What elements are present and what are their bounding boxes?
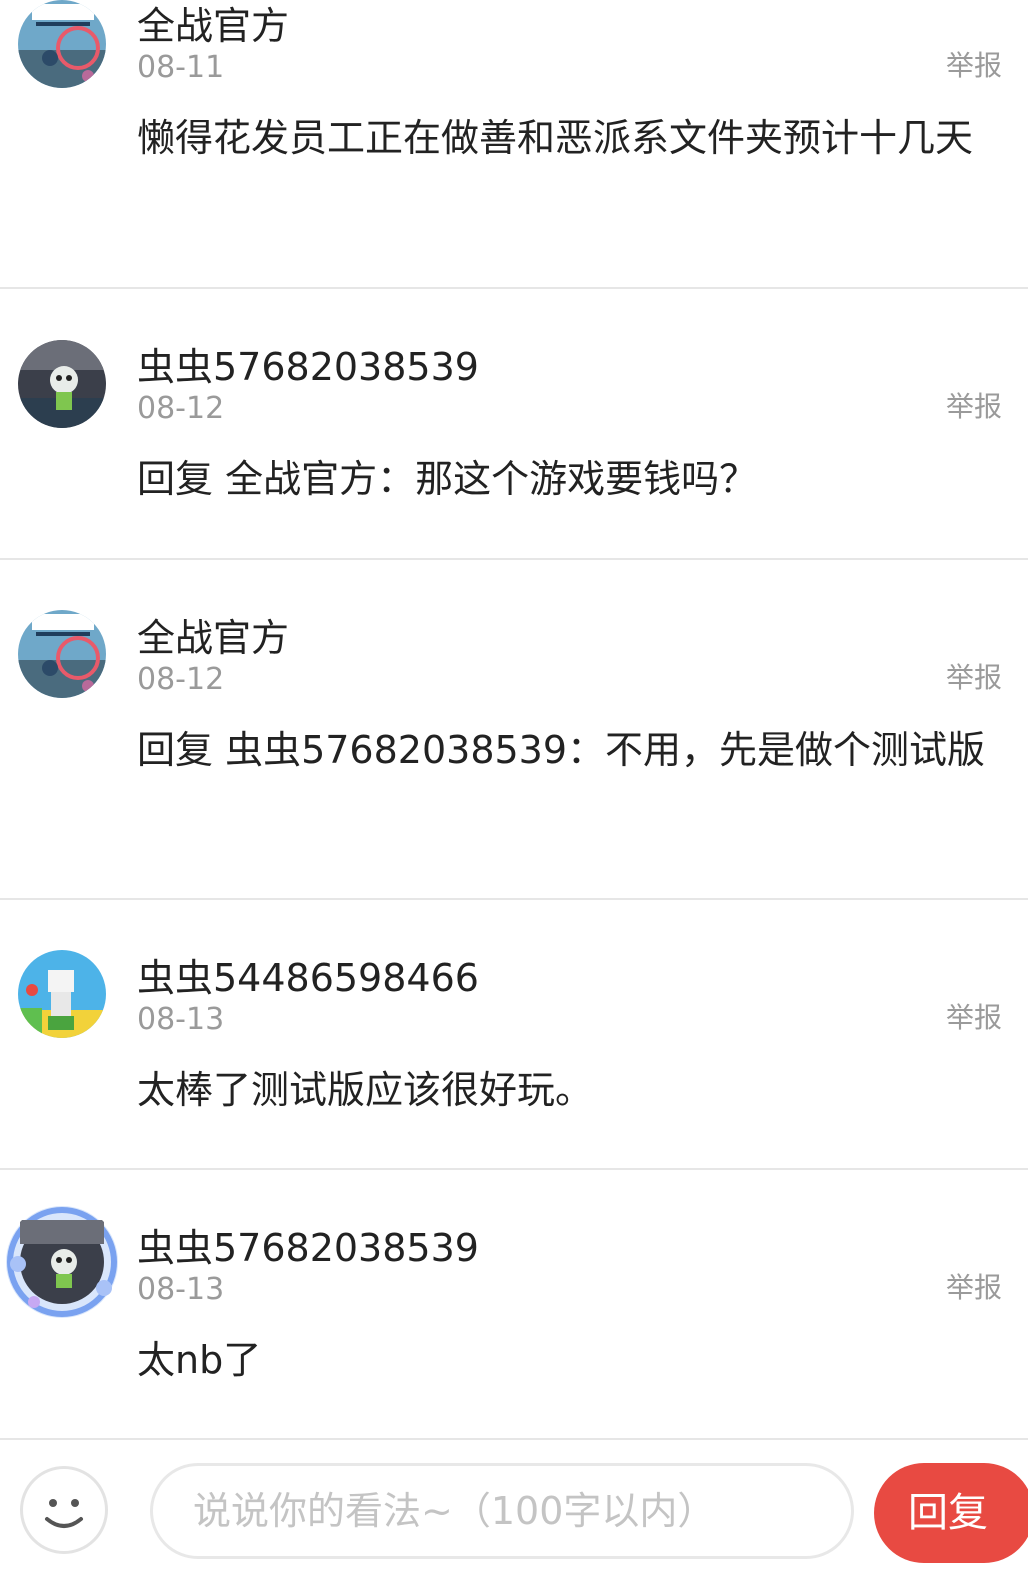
blocky-character-avatar[interactable] [18,950,106,1038]
robot-character-framed-avatar[interactable] [4,1204,120,1320]
comment-date: 08-13 [137,1272,225,1307]
comment-date: 08-12 [137,391,225,426]
report-link[interactable]: 举报 [946,390,1002,424]
comment-content: 懒得花发员工正在做善和恶派系文件夹预计十几天 [137,116,974,160]
comment-author[interactable]: 虫虫57682038539 [137,345,479,389]
comment-content: 太nb了 [137,1338,262,1382]
comment-item: 虫虫57682038539 08-13 举报 太nb了 [0,1170,1028,1440]
smiley-icon [45,1499,83,1528]
tabs-game-avatar[interactable] [18,0,106,88]
comment-author[interactable]: 全战官方 [137,4,289,48]
comment-item: 虫虫54486598466 08-13 举报 太棒了测试版应该很好玩。 [0,900,1028,1170]
comment-date: 08-13 [137,1002,225,1037]
comment-author[interactable]: 虫虫54486598466 [137,956,479,1000]
comment-content: 回复 虫虫57682038539：不用，先是做个测试版 [137,728,986,772]
comment-content: 太棒了测试版应该很好玩。 [137,1068,594,1112]
comment-content: 回复 全战官方：那这个游戏要钱吗？ [137,457,758,501]
report-link[interactable]: 举报 [946,49,1002,83]
comment-date: 08-12 [137,662,225,697]
tabs-game-avatar[interactable] [18,610,106,698]
comment-input[interactable] [150,1463,854,1559]
comment-author[interactable]: 虫虫57682038539 [137,1226,479,1270]
reply-button[interactable]: 回复 [874,1463,1028,1563]
comment-item: 虫虫57682038539 08-12 举报 回复 全战官方：那这个游戏要钱吗？ [0,289,1028,560]
report-link[interactable]: 举报 [946,661,1002,695]
report-link[interactable]: 举报 [946,1271,1002,1305]
emoji-button[interactable] [20,1466,108,1554]
robot-character-avatar[interactable] [18,340,106,428]
comment-author[interactable]: 全战官方 [137,616,289,660]
report-link[interactable]: 举报 [946,1001,1002,1035]
comment-item: 全战官方 08-11 举报 懒得花发员工正在做善和恶派系文件夹预计十几天 [0,0,1028,289]
comment-date: 08-11 [137,50,225,85]
comment-item: 全战官方 08-12 举报 回复 虫虫57682038539：不用，先是做个测试… [0,560,1028,900]
